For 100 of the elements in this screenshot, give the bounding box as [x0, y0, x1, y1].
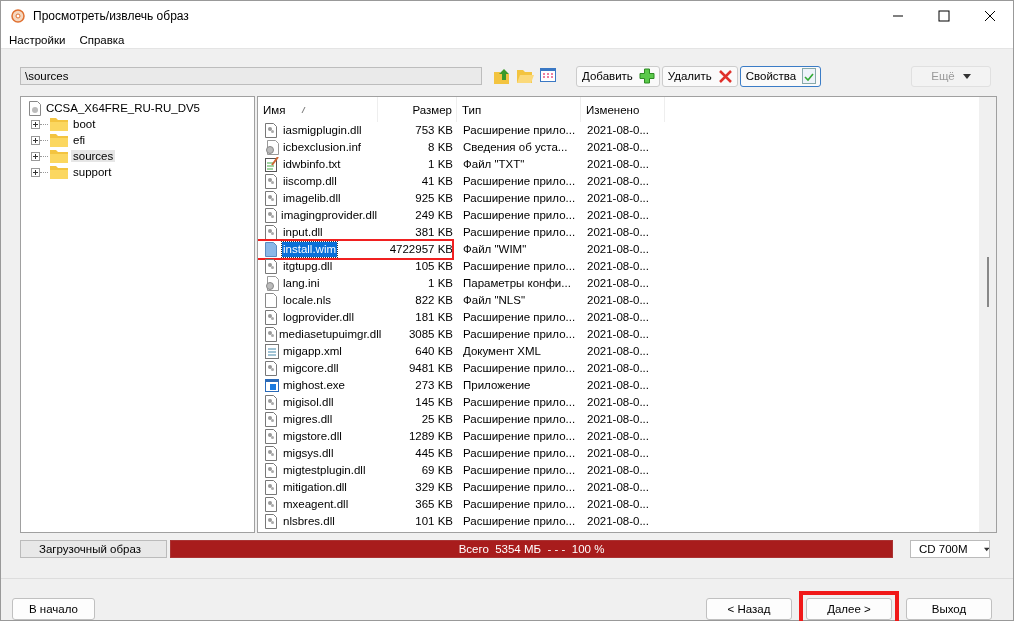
file-size: 9481 KB	[407, 361, 454, 376]
file-name[interactable]: migstore.dll	[282, 429, 343, 444]
file-type: Расширение прило...	[462, 395, 577, 410]
grid-view-icon[interactable]	[540, 68, 556, 82]
file-name[interactable]: migcore.dll	[282, 361, 340, 376]
file-modified: 2021-08-0...	[586, 395, 650, 410]
dll-file-icon	[265, 327, 277, 342]
file-name[interactable]: locale.nls	[282, 293, 332, 308]
add-button[interactable]: Добавить	[576, 65, 660, 87]
file-name[interactable]: imagingprovider.dll	[280, 208, 378, 223]
file-size: 381 KB	[414, 225, 454, 240]
media-dropdown[interactable]: CD 700M	[910, 540, 990, 558]
expand-icon[interactable]	[31, 119, 40, 129]
file-modified: 2021-08-0...	[586, 276, 650, 291]
menu-item[interactable]: Справка	[79, 33, 125, 46]
file-name[interactable]: mighost.exe	[282, 378, 346, 393]
properties-button[interactable]: Свойства	[739, 65, 822, 87]
file-name[interactable]: lang.ini	[282, 276, 321, 291]
back-button[interactable]: < Назад	[706, 598, 792, 620]
boot-image-label: Загрузочный образ	[20, 540, 167, 558]
file-type: Расширение прило...	[462, 463, 577, 478]
folder-icon	[50, 149, 68, 163]
expand-icon[interactable]	[31, 167, 40, 177]
caret-icon	[962, 73, 971, 79]
dll-file-icon	[265, 191, 277, 206]
file-modified: 2021-08-0...	[586, 208, 650, 223]
column-header[interactable]: Размер	[378, 97, 457, 122]
file-name[interactable]: migtestplugin.dll	[282, 463, 367, 478]
file-name[interactable]: install.wim	[282, 242, 338, 257]
file-type: Сведения об уста...	[462, 140, 569, 155]
file-modified: 2021-08-0...	[586, 140, 650, 155]
folder-up-icon[interactable]	[494, 68, 511, 84]
dll-file-icon	[265, 446, 277, 461]
file-name[interactable]: logprovider.dll	[282, 310, 355, 325]
menu-item[interactable]: Настройки	[9, 33, 66, 46]
file-type: Расширение прило...	[462, 174, 577, 189]
file-name[interactable]: migres.dll	[282, 412, 334, 427]
scrollbar-thumb[interactable]	[986, 257, 989, 307]
file-size: 4722957 KB	[388, 242, 454, 257]
next-button[interactable]: Далее >	[806, 598, 892, 620]
dll-file-icon	[265, 412, 277, 427]
file-size: 145 KB	[414, 395, 454, 410]
file-name[interactable]: iiscomp.dll	[282, 174, 338, 189]
file-type: Расширение прило...	[462, 514, 577, 529]
file-type: Расширение прило...	[462, 123, 577, 138]
file-size: 822 KB	[414, 293, 454, 308]
delete-button[interactable]: Удалить	[661, 65, 738, 87]
file-size: 925 KB	[414, 191, 454, 206]
column-header[interactable]: Тип	[457, 97, 581, 122]
tree-item[interactable]: boot	[71, 118, 98, 130]
file-name[interactable]: migisol.dll	[282, 395, 335, 410]
file-name[interactable]: migapp.xml	[282, 344, 343, 359]
media-value: CD 700M	[919, 543, 968, 555]
folder-icon	[50, 133, 68, 147]
file-name[interactable]: idwbinfo.txt	[282, 157, 342, 172]
file-size: 249 KB	[414, 208, 454, 223]
file-name[interactable]: icbexclusion.inf	[282, 140, 362, 155]
file-name[interactable]: input.dll	[282, 225, 324, 240]
file-type: Расширение прило...	[462, 208, 577, 223]
tree-root[interactable]: CCSA_X64FRE_RU-RU_DV5	[46, 102, 201, 114]
file-name[interactable]: mediasetupuimgr.dll	[278, 327, 383, 342]
column-header[interactable]: Имя	[258, 97, 378, 122]
file-modified: 2021-08-0...	[586, 412, 650, 427]
file-modified: 2021-08-0...	[586, 378, 650, 393]
gear-file-icon	[265, 276, 279, 291]
file-type: Расширение прило...	[462, 191, 577, 206]
file-name[interactable]: nlsbres.dll	[282, 514, 336, 529]
dll-file-icon	[265, 429, 277, 444]
tree-item[interactable]: sources	[71, 150, 116, 162]
folder-icon	[50, 117, 68, 131]
path-field[interactable]: \sources	[20, 67, 482, 85]
file-modified: 2021-08-0...	[586, 361, 650, 376]
column-header[interactable]: Изменено	[581, 97, 665, 122]
file-name[interactable]: iasmigplugin.dll	[282, 123, 363, 138]
document-check-icon	[802, 68, 817, 84]
exit-button[interactable]: Выход	[906, 598, 992, 620]
gear-file-icon	[265, 140, 279, 155]
expand-icon[interactable]	[31, 151, 40, 161]
dll-file-icon	[265, 174, 277, 189]
file-size: 1289 KB	[407, 429, 454, 444]
file-size: 25 KB	[420, 412, 454, 427]
start-button[interactable]: В начало	[12, 598, 95, 620]
file-name[interactable]: mxeagent.dll	[282, 497, 350, 512]
file-modified: 2021-08-0...	[586, 446, 650, 461]
file-name[interactable]: migsys.dll	[282, 446, 335, 461]
file-modified: 2021-08-0...	[586, 429, 650, 444]
file-type: Файл "NLS"	[462, 293, 526, 308]
plus-icon	[638, 68, 655, 84]
tree-item[interactable]: support	[71, 166, 114, 178]
expand-icon[interactable]	[31, 135, 40, 145]
file-name[interactable]: mitigation.dll	[282, 480, 348, 495]
file-name[interactable]: imagelib.dll	[282, 191, 342, 206]
file-size: 640 KB	[414, 344, 454, 359]
file-type: Приложение	[462, 378, 532, 393]
file-size: 365 KB	[414, 497, 454, 512]
file-modified: 2021-08-0...	[586, 157, 650, 172]
file-modified: 2021-08-0...	[586, 514, 650, 529]
dll-file-icon	[265, 225, 277, 240]
tree-item[interactable]: efi	[71, 134, 88, 146]
file-name[interactable]: itgtupg.dll	[282, 259, 334, 274]
